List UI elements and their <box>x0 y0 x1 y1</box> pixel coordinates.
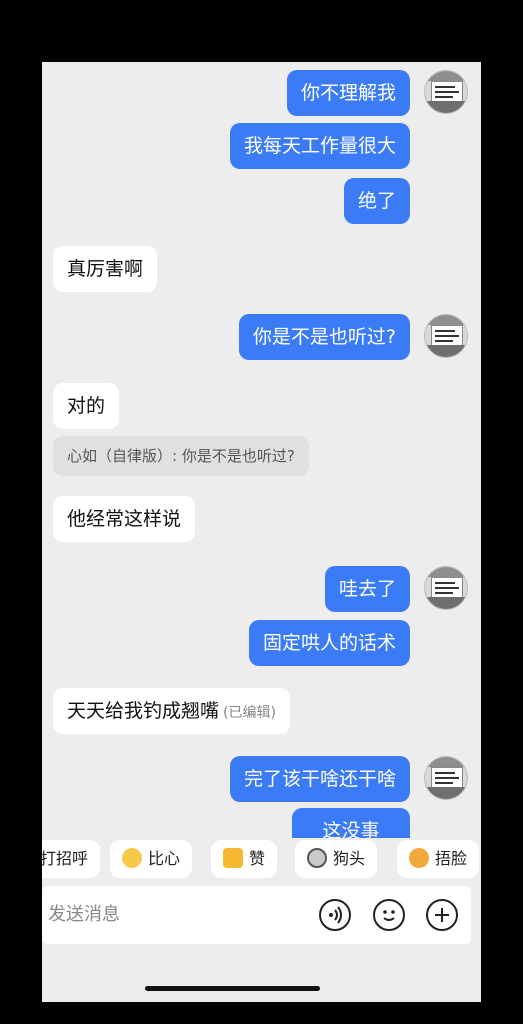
quick-reply-facepalm[interactable]: 捂脸 <box>397 840 480 878</box>
chat-screen: 你不理解我 我每天工作量很大 绝了 真厉害啊 你是不是也听过? 对的 心如（自律… <box>42 62 481 1002</box>
outgoing-message[interactable]: 完了该干啥还干啥 <box>229 756 410 802</box>
message-input-bar: 发送消息 <box>42 886 471 944</box>
avatar[interactable] <box>424 566 468 610</box>
quick-reply-bar: 打招呼 比心 赞 狗头 捂脸 <box>42 838 481 880</box>
quick-reply-like[interactable]: 赞 <box>211 840 278 878</box>
avatar[interactable] <box>424 756 468 800</box>
heart-hand-icon <box>122 848 142 868</box>
edited-label: (已编辑) <box>223 705 276 721</box>
home-indicator[interactable] <box>145 986 320 991</box>
quick-reply-label: 打招呼 <box>42 849 89 868</box>
quick-reply-label: 赞 <box>249 849 266 868</box>
voice-wave-glyph <box>329 906 342 924</box>
incoming-message[interactable]: 真厉害啊 <box>53 246 158 292</box>
avatar[interactable] <box>424 70 468 114</box>
quick-reply-label: 狗头 <box>333 849 366 868</box>
thumbs-up-icon <box>223 848 243 868</box>
message-input[interactable]: 发送消息 <box>48 886 120 944</box>
smiley-glyph <box>383 910 395 921</box>
outgoing-message[interactable]: 绝了 <box>343 178 410 224</box>
outgoing-message[interactable]: 我每天工作量很大 <box>229 123 410 169</box>
outgoing-message[interactable]: 你不理解我 <box>286 70 410 116</box>
voice-icon[interactable] <box>319 899 351 931</box>
incoming-message[interactable]: 他经常这样说 <box>53 496 196 542</box>
message-text: 天天给我钓成翘嘴 <box>67 700 220 722</box>
quoted-message[interactable]: 心如（自律版）: 你是不是也听过? <box>53 436 309 476</box>
avatar[interactable] <box>424 314 468 358</box>
outgoing-message[interactable]: 哇去了 <box>324 566 410 612</box>
quick-reply-label: 捂脸 <box>435 849 468 868</box>
incoming-message[interactable]: 天天给我钓成翘嘴 (已编辑) <box>53 688 290 734</box>
quick-reply-doge[interactable]: 狗头 <box>295 840 378 878</box>
dog-head-icon <box>307 848 327 868</box>
quick-reply-label: 比心 <box>148 849 181 868</box>
plus-glyph <box>435 908 449 922</box>
plus-icon[interactable] <box>426 899 458 931</box>
quick-reply-heart[interactable]: 比心 <box>110 840 193 878</box>
emoji-icon[interactable] <box>373 899 405 931</box>
incoming-message[interactable]: 对的 <box>53 383 120 429</box>
quick-reply-greet[interactable]: 打招呼 <box>42 840 101 878</box>
facepalm-icon <box>409 848 429 868</box>
outgoing-message[interactable]: 固定哄人的话术 <box>248 620 410 666</box>
outgoing-message[interactable]: 你是不是也听过? <box>238 314 410 360</box>
